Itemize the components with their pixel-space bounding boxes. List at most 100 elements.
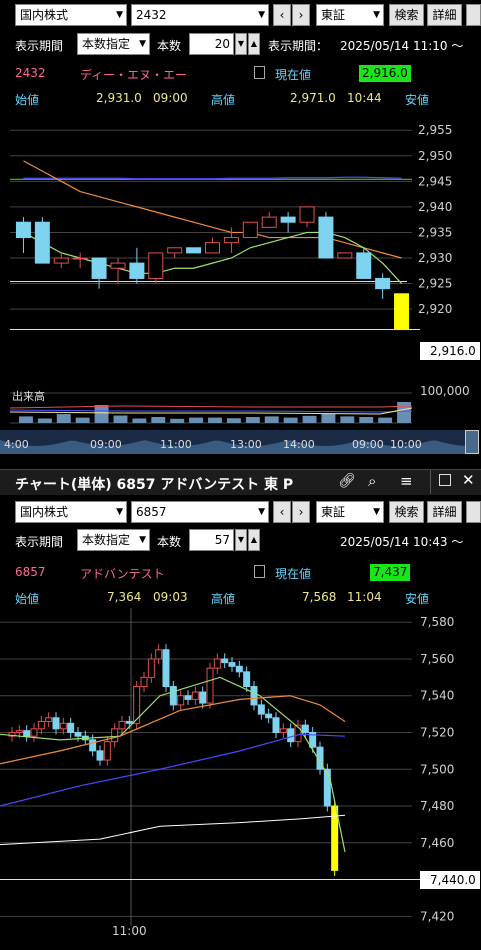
volume-bar bbox=[56, 414, 71, 423]
market-select[interactable]: 国内株式 ▼ bbox=[15, 501, 127, 523]
low-label: 安値 bbox=[405, 592, 430, 606]
low-label: 安値 bbox=[405, 93, 430, 107]
navigator-time-label: 11:00 bbox=[160, 438, 192, 451]
y-tick-label: 2,925 bbox=[418, 277, 452, 291]
close-icon[interactable]: ✕ bbox=[462, 471, 475, 489]
y-tick-label: 2,950 bbox=[418, 149, 452, 163]
price-chart-2[interactable]: 7,580 7,560 7,540 7,520 7,500 7,480 7,460 7,440… bbox=[0, 608, 481, 928]
candle-body bbox=[30, 728, 38, 737]
candle-body bbox=[394, 293, 410, 331]
volume-ma-blue bbox=[9, 409, 413, 413]
volume-bar bbox=[37, 418, 52, 423]
count-stepper-down[interactable]: ▼ bbox=[235, 529, 247, 551]
more-button[interactable] bbox=[466, 501, 481, 523]
current-price-value: 2,916.0 bbox=[359, 65, 411, 82]
window-title-bar[interactable]: チャート(単体) 6857 アドバンテスト 東 P 🔗︎ ⌕ ≡ ✕ bbox=[0, 469, 481, 495]
link-icon[interactable]: 🔗︎ bbox=[338, 473, 356, 489]
candle-body bbox=[125, 720, 133, 724]
code-input[interactable]: 2432 ▼ bbox=[131, 4, 269, 26]
candle-body bbox=[243, 671, 251, 688]
y-tick-label: 2,920 bbox=[418, 302, 452, 316]
volume-bar bbox=[19, 416, 33, 423]
high-label: 高値 bbox=[211, 93, 236, 107]
prev-button[interactable]: ‹ bbox=[273, 501, 291, 523]
candle-body bbox=[155, 649, 163, 660]
candle-body bbox=[186, 247, 202, 254]
candle-body bbox=[375, 277, 391, 290]
candle-body bbox=[177, 695, 185, 706]
candle-body bbox=[96, 750, 104, 761]
candle-body bbox=[250, 686, 258, 706]
volume-bar bbox=[378, 417, 393, 423]
volume-bar bbox=[340, 416, 355, 423]
volume-ma-red bbox=[9, 405, 413, 409]
candle-body bbox=[110, 262, 126, 269]
candle-body bbox=[15, 730, 23, 733]
count-stepper-down[interactable]: ▼ bbox=[235, 33, 247, 55]
count-input[interactable]: 57 bbox=[189, 529, 234, 551]
next-button[interactable]: › bbox=[292, 501, 310, 523]
candle-body bbox=[301, 724, 309, 733]
candle-body bbox=[129, 262, 145, 279]
volume-bar bbox=[113, 415, 128, 423]
ma-line-long bbox=[23, 176, 402, 180]
volume-label: 出来高 bbox=[12, 390, 45, 403]
candle-body bbox=[23, 730, 31, 737]
candle-body bbox=[67, 722, 75, 733]
last-price-marker: 2,916.0 bbox=[420, 342, 480, 360]
volume-bar bbox=[208, 417, 222, 423]
candle-body bbox=[148, 252, 164, 279]
open-value: 7,364 bbox=[107, 590, 142, 604]
price-chart-1[interactable]: 2,955 2,950 2,945 2,940 2,935 2,930 2,925 2,920 bbox=[0, 110, 481, 360]
search-button[interactable]: 検索 bbox=[389, 4, 424, 26]
count-input[interactable]: 20 bbox=[189, 33, 234, 55]
candle-body bbox=[184, 695, 192, 700]
detail-button[interactable]: 詳細 bbox=[427, 501, 462, 523]
prev-button[interactable]: ‹ bbox=[273, 4, 291, 26]
navigator-handle[interactable] bbox=[465, 430, 479, 454]
document-icon[interactable] bbox=[254, 565, 265, 578]
candle-body bbox=[111, 728, 119, 743]
code-input[interactable]: 6857 ▼ bbox=[131, 501, 269, 523]
candle-body bbox=[257, 704, 265, 715]
high-value: 7,568 bbox=[302, 590, 337, 604]
exchange-select[interactable]: 東証 ▼ bbox=[316, 501, 384, 523]
exchange-select[interactable]: 東証 ▼ bbox=[316, 4, 384, 26]
navigator-strip[interactable]: 4:00 09:00 11:00 13:00 14:00 09:00 10:00 bbox=[0, 430, 481, 456]
count-stepper-up[interactable]: ▲ bbox=[248, 529, 260, 551]
market-select[interactable]: 国内株式 ▼ bbox=[15, 4, 127, 26]
candle-body bbox=[287, 728, 295, 743]
maximize-icon[interactable] bbox=[439, 474, 451, 486]
count-stepper-up[interactable]: ▲ bbox=[248, 33, 260, 55]
volume-bar bbox=[302, 415, 317, 423]
stock-code: 6857 bbox=[15, 565, 46, 579]
candle-body bbox=[45, 717, 53, 722]
market-select-value: 国内株式 bbox=[20, 8, 69, 22]
high-time: 10:44 bbox=[347, 91, 382, 105]
document-icon[interactable] bbox=[254, 66, 265, 79]
pane1-toolbar: 国内株式 ▼ 2432 ▼ ‹ › 東証 ▼ 検索 詳細 bbox=[0, 2, 481, 30]
volume-bar bbox=[189, 417, 204, 423]
y-tick-label: 7,580 bbox=[420, 615, 454, 629]
more-button[interactable] bbox=[466, 4, 481, 26]
volume-bar bbox=[264, 416, 279, 423]
y-tick-label: 7,460 bbox=[420, 836, 454, 850]
y-tick-label: 2,940 bbox=[418, 200, 452, 214]
period-select[interactable]: 本数指定 ▼ bbox=[77, 529, 150, 551]
volume-chart-1 bbox=[9, 392, 413, 424]
stock-name: ディー・エヌ・エー bbox=[80, 68, 188, 82]
detail-button[interactable]: 詳細 bbox=[427, 4, 462, 26]
chevron-down-icon: ▼ bbox=[258, 507, 265, 517]
candle-body bbox=[205, 242, 220, 254]
search-icon[interactable]: ⌕ bbox=[368, 472, 376, 490]
high-value: 2,971.0 bbox=[290, 91, 336, 105]
next-button[interactable]: › bbox=[292, 4, 310, 26]
navigator-time-label: 13:00 bbox=[230, 438, 262, 451]
menu-icon[interactable]: ≡ bbox=[400, 472, 413, 490]
chevron-down-icon: ▼ bbox=[373, 507, 380, 517]
period-select[interactable]: 本数指定 ▼ bbox=[77, 33, 150, 55]
volume-bar bbox=[359, 417, 374, 423]
candle-body bbox=[103, 741, 111, 761]
search-button[interactable]: 検索 bbox=[389, 501, 424, 523]
pane2-toolbar: 国内株式 ▼ 6857 ▼ ‹ › 東証 ▼ 検索 詳細 bbox=[0, 499, 481, 527]
